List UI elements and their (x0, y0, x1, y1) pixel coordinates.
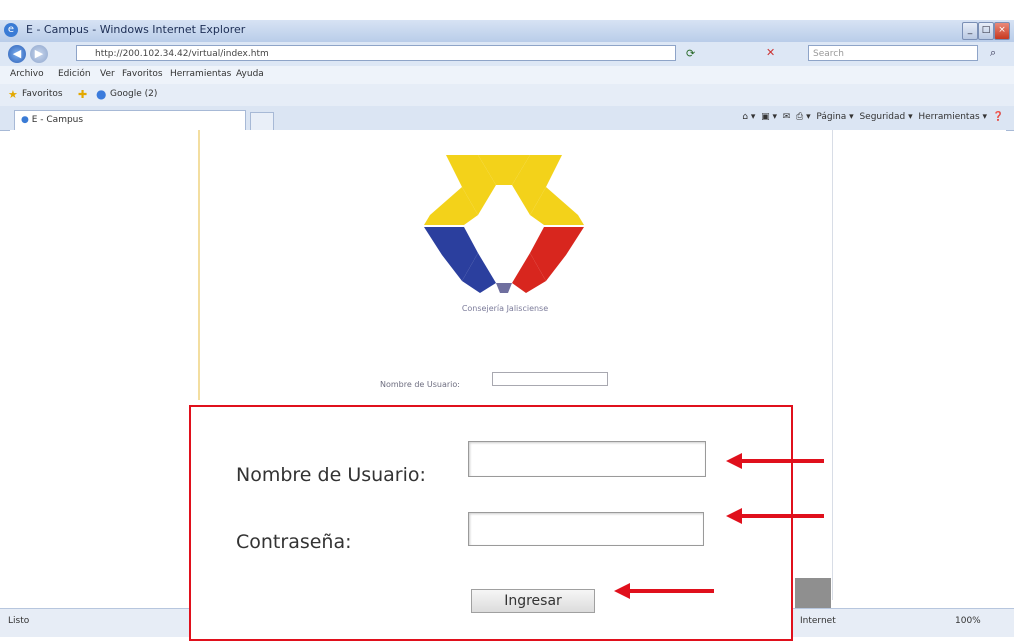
password-input[interactable] (468, 512, 704, 546)
favorite-link-google[interactable]: Google (2) (110, 89, 157, 99)
menu-item-herramientas[interactable]: Herramientas (170, 69, 231, 79)
tab-label: E - Campus (31, 115, 84, 125)
close-button[interactable]: × (994, 22, 1010, 40)
tab-bar: ● E - Campus ⌂ ▾ ▣ ▾ ✉ ⎙ ▾ Página ▾ Segu… (0, 106, 1014, 131)
new-tab-button[interactable] (250, 112, 274, 130)
mail-icon[interactable]: ✉ (783, 112, 791, 122)
arrow-icon-username (726, 453, 824, 469)
favorites-button[interactable]: Favoritos (22, 89, 63, 99)
logo-segment-center-bottom (496, 283, 512, 293)
arrow-icon-button (614, 583, 714, 599)
small-username-input[interactable] (492, 372, 608, 386)
ie-logo-icon: e (4, 23, 18, 37)
page-icon: ● (21, 115, 29, 125)
address-bar: ◀ ▶ http://200.102.34.42/virtual/index.h… (0, 42, 1014, 66)
arrow-icon-password (726, 508, 824, 524)
stop-icon[interactable]: ✕ (766, 46, 775, 59)
login-button[interactable]: Ingresar (471, 589, 595, 613)
tab-ecampus[interactable]: ● E - Campus (14, 110, 246, 130)
menu-item-archivo[interactable]: Archivo (10, 69, 44, 79)
password-label: Contraseña: (236, 531, 352, 553)
help-icon[interactable]: ❓ (993, 112, 1004, 122)
page-right-border (832, 130, 833, 600)
menu-bar: Archivo Edición Ver Favoritos Herramient… (0, 66, 1014, 84)
feeds-icon[interactable]: ▣ (761, 112, 770, 122)
window-title: E - Campus - Windows Internet Explorer (26, 23, 246, 36)
search-input[interactable]: Search (808, 45, 978, 61)
menu-item-ayuda[interactable]: Ayuda (236, 69, 264, 79)
forward-button[interactable]: ▶ (30, 45, 48, 63)
star-icon: ★ (8, 88, 18, 101)
minimize-button[interactable]: _ (962, 22, 978, 40)
window-titlebar: e E - Campus - Windows Internet Explorer… (0, 20, 1014, 42)
search-icon[interactable]: ⌕ (990, 46, 996, 60)
username-input[interactable] (468, 441, 706, 477)
favorites-bar: ★ Favoritos ✚ ● Google (2) (0, 84, 1014, 107)
page-left-border (198, 130, 200, 400)
logo-icon (424, 155, 584, 293)
maximize-button[interactable]: □ (978, 22, 994, 40)
command-bar: ⌂ ▾ ▣ ▾ ✉ ⎙ ▾ Página ▾ Seguridad ▾ Herra… (742, 112, 1004, 122)
menu-item-favoritos[interactable]: Favoritos (122, 69, 163, 79)
zoom-level[interactable]: 100% (955, 616, 981, 626)
menu-item-ver[interactable]: Ver (100, 69, 115, 79)
clipped-header-fragment (352, 0, 682, 12)
add-favorite-icon[interactable]: ✚ (78, 88, 87, 101)
google-icon: ● (96, 87, 107, 101)
command-security[interactable]: Seguridad ▾ (859, 112, 912, 122)
url-input[interactable]: http://200.102.34.42/virtual/index.htm (76, 45, 676, 61)
small-username-label: Nombre de Usuario: (380, 380, 460, 389)
status-text: Listo (8, 616, 30, 626)
logo-caption: Consejería Jalisciense (461, 304, 549, 313)
menu-item-edicion[interactable]: Edición (58, 69, 91, 79)
username-label: Nombre de Usuario: (236, 464, 426, 486)
command-page[interactable]: Página ▾ (816, 112, 853, 122)
home-icon[interactable]: ⌂ (742, 112, 748, 122)
refresh-icon[interactable]: ⟳ (686, 47, 695, 60)
zone-text: Internet (800, 616, 836, 626)
scrollbar-thumb[interactable] (795, 578, 831, 608)
back-button[interactable]: ◀ (8, 45, 26, 63)
print-icon[interactable]: ⎙ (796, 112, 803, 122)
command-tools[interactable]: Herramientas ▾ (918, 112, 987, 122)
